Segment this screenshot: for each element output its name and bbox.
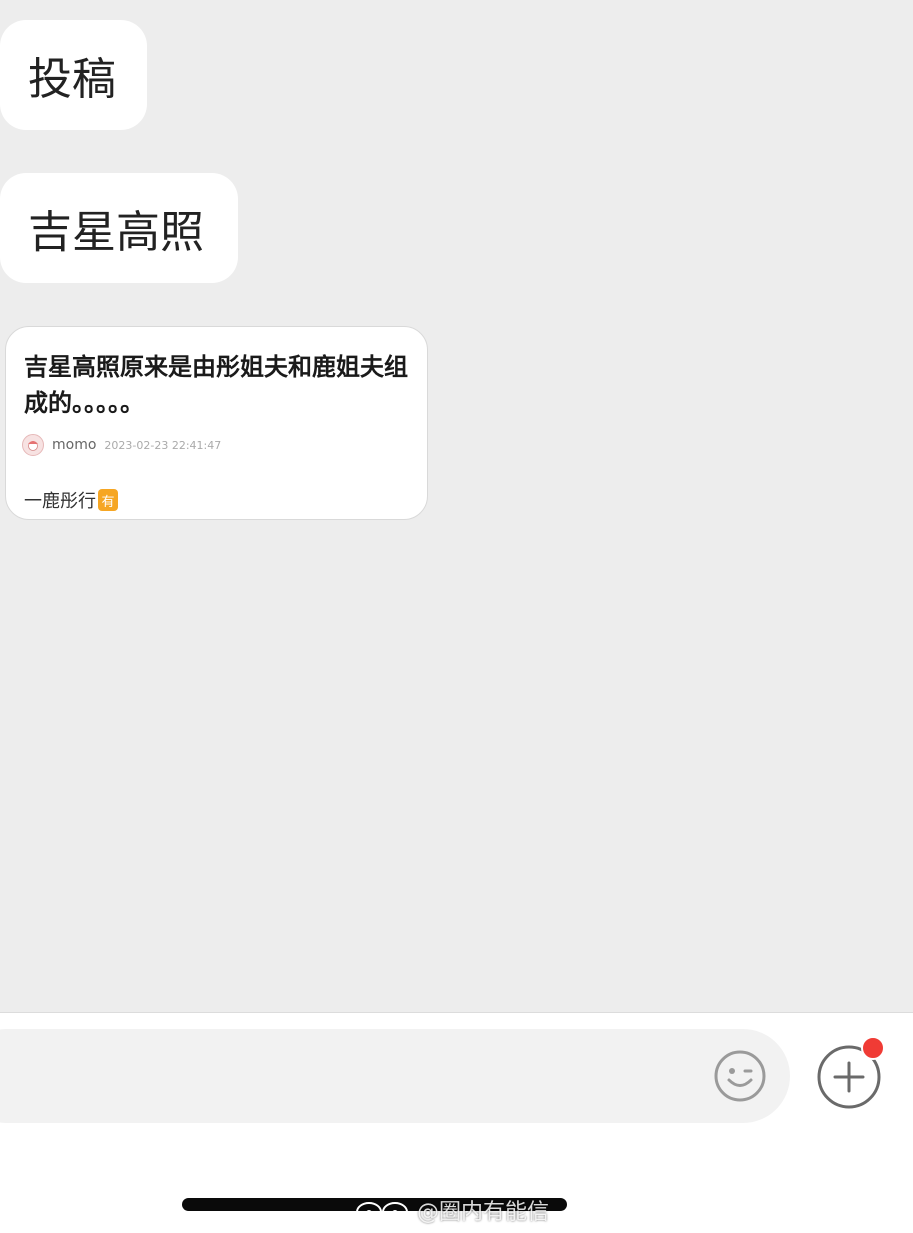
message-bubble[interactable]: 吉星高照 bbox=[0, 173, 238, 283]
watermark-text: @圈内有能信 bbox=[417, 1200, 550, 1225]
source-name: 一鹿彤行 bbox=[24, 491, 96, 512]
avatar bbox=[22, 434, 44, 456]
notification-dot bbox=[861, 1036, 885, 1060]
card-meta: momo 2023-02-23 22:41:47 bbox=[22, 433, 221, 457]
input-bar: @圈内有能信 bbox=[0, 1012, 913, 1233]
weibo-logo-icon bbox=[356, 1202, 408, 1222]
avatar-face-icon bbox=[28, 441, 38, 451]
source-badge: 有 bbox=[98, 489, 118, 511]
message-bubble[interactable]: 投稿 bbox=[0, 20, 147, 130]
card-source[interactable]: 一鹿彤行 有 bbox=[24, 487, 118, 513]
chat-area: 投稿 吉星高照 吉星高照原来是由彤姐夫和鹿姐夫组成的。。。。。 momo 202… bbox=[0, 0, 913, 1012]
timestamp: 2023-02-23 22:41:47 bbox=[104, 438, 222, 452]
emoji-button[interactable] bbox=[712, 1048, 768, 1104]
author-name: momo bbox=[52, 437, 97, 453]
message-text: 投稿 bbox=[28, 54, 116, 105]
card-title: 吉星高照原来是由彤姐夫和鹿姐夫组成的。。。。。 bbox=[24, 353, 408, 417]
message-input[interactable] bbox=[0, 1029, 790, 1123]
smiley-icon bbox=[714, 1050, 766, 1102]
watermark: @圈内有能信 bbox=[355, 1194, 549, 1226]
message-text: 吉星高照 bbox=[28, 207, 204, 258]
shared-post-card[interactable]: 吉星高照原来是由彤姐夫和鹿姐夫组成的。。。。。 momo 2023-02-23 … bbox=[5, 326, 428, 520]
